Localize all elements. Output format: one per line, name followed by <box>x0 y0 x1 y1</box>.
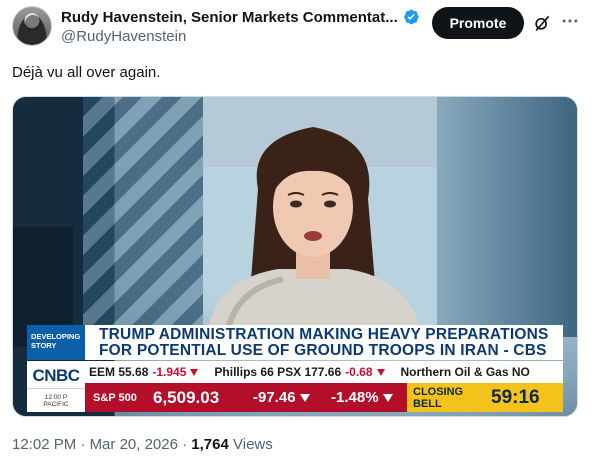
closing-bell-countdown: 59:16 <box>491 386 540 408</box>
tweet-text: Déjà vu all over again. <box>12 64 161 81</box>
index-percent-value: -1.48% <box>331 389 379 406</box>
index-change-value: -97.46 <box>253 389 296 406</box>
ticker-item: Northern Oil & Gas NO <box>397 365 542 379</box>
ticker-symbol: Phillips 66 PSX 177.66 <box>214 365 342 379</box>
stock-ticker: EEM 55.68 -1.945 Phillips 66 PSX 177.66 … <box>85 361 563 383</box>
ticker-change: -0.68 <box>345 365 373 379</box>
tweet-time[interactable]: 12:02 PM <box>12 436 76 453</box>
promote-button[interactable]: Promote <box>432 7 524 39</box>
verified-badge-icon <box>403 9 419 25</box>
local-time: 12:00 P PACIFIC <box>27 388 85 412</box>
down-arrow-icon <box>190 368 199 376</box>
tweet-date[interactable]: Mar 20, 2026 <box>90 436 178 453</box>
grok-icon[interactable] <box>532 13 552 33</box>
index-name: S&P 500 <box>93 391 137 404</box>
ticker-item: EEM 55.68 -1.945 <box>85 365 210 379</box>
author-name[interactable]: Rudy Havenstein, Senior Markets Commenta… <box>61 9 398 26</box>
views-label: Views <box>228 436 273 453</box>
down-arrow-icon <box>376 368 385 376</box>
down-arrow-icon <box>382 393 393 402</box>
ticker-change: -1.945 <box>152 365 187 379</box>
news-headline: TRUMP ADMINISTRATION MAKING HEAVY PREPAR… <box>85 325 563 360</box>
meta-separator: · <box>76 436 90 453</box>
closing-bell-bar: CLOSING BELL 59:16 <box>407 383 563 412</box>
studio-wall <box>437 97 577 337</box>
index-value: 6,509.03 <box>153 387 220 407</box>
timezone-label: PACIFIC <box>43 401 69 408</box>
studio-decor <box>83 97 203 327</box>
author-row: Rudy Havenstein, Senior Markets Commenta… <box>61 8 420 26</box>
more-icon[interactable] <box>560 11 580 31</box>
ticker-symbol: EEM 55.68 <box>89 365 149 379</box>
index-percent: -1.48% <box>331 389 393 406</box>
author-handle[interactable]: @RudyHavenstein <box>61 28 186 45</box>
ticker-symbol: Northern Oil & Gas NO <box>400 365 530 379</box>
market-index-bar: S&P 500 6,509.03 -97.46 -1.48% <box>85 383 407 412</box>
news-anchor <box>208 127 420 329</box>
network-logo: CNBC <box>27 361 85 390</box>
cnbc-logo-text: CNBC <box>32 365 80 385</box>
tweet-header: Rudy Havenstein, Senior Markets Commenta… <box>12 6 586 50</box>
views-count: 1,764 <box>191 436 229 453</box>
avatar[interactable] <box>12 6 52 46</box>
index-change: -97.46 <box>253 389 331 406</box>
meta-separator: · <box>177 436 192 453</box>
down-arrow-icon <box>299 393 310 402</box>
headline-line-1: TRUMP ADMINISTRATION MAKING HEAVY PREPAR… <box>99 326 549 343</box>
developing-story-tag: DEVELOPING STORY <box>27 325 85 360</box>
tweet-media-video[interactable]: DEVELOPING STORY TRUMP ADMINISTRATION MA… <box>12 96 578 417</box>
ticker-item: Phillips 66 PSX 177.66 -0.68 <box>210 365 396 379</box>
headline-line-2: FOR POTENTIAL USE OF GROUND TROOPS IN IR… <box>99 342 547 359</box>
closing-bell-label: CLOSING BELL <box>413 385 464 410</box>
local-time-value: 12:00 P <box>44 394 68 401</box>
tweet-metadata: 12:02 PM · Mar 20, 2026 · 1,764 Views <box>12 436 273 453</box>
